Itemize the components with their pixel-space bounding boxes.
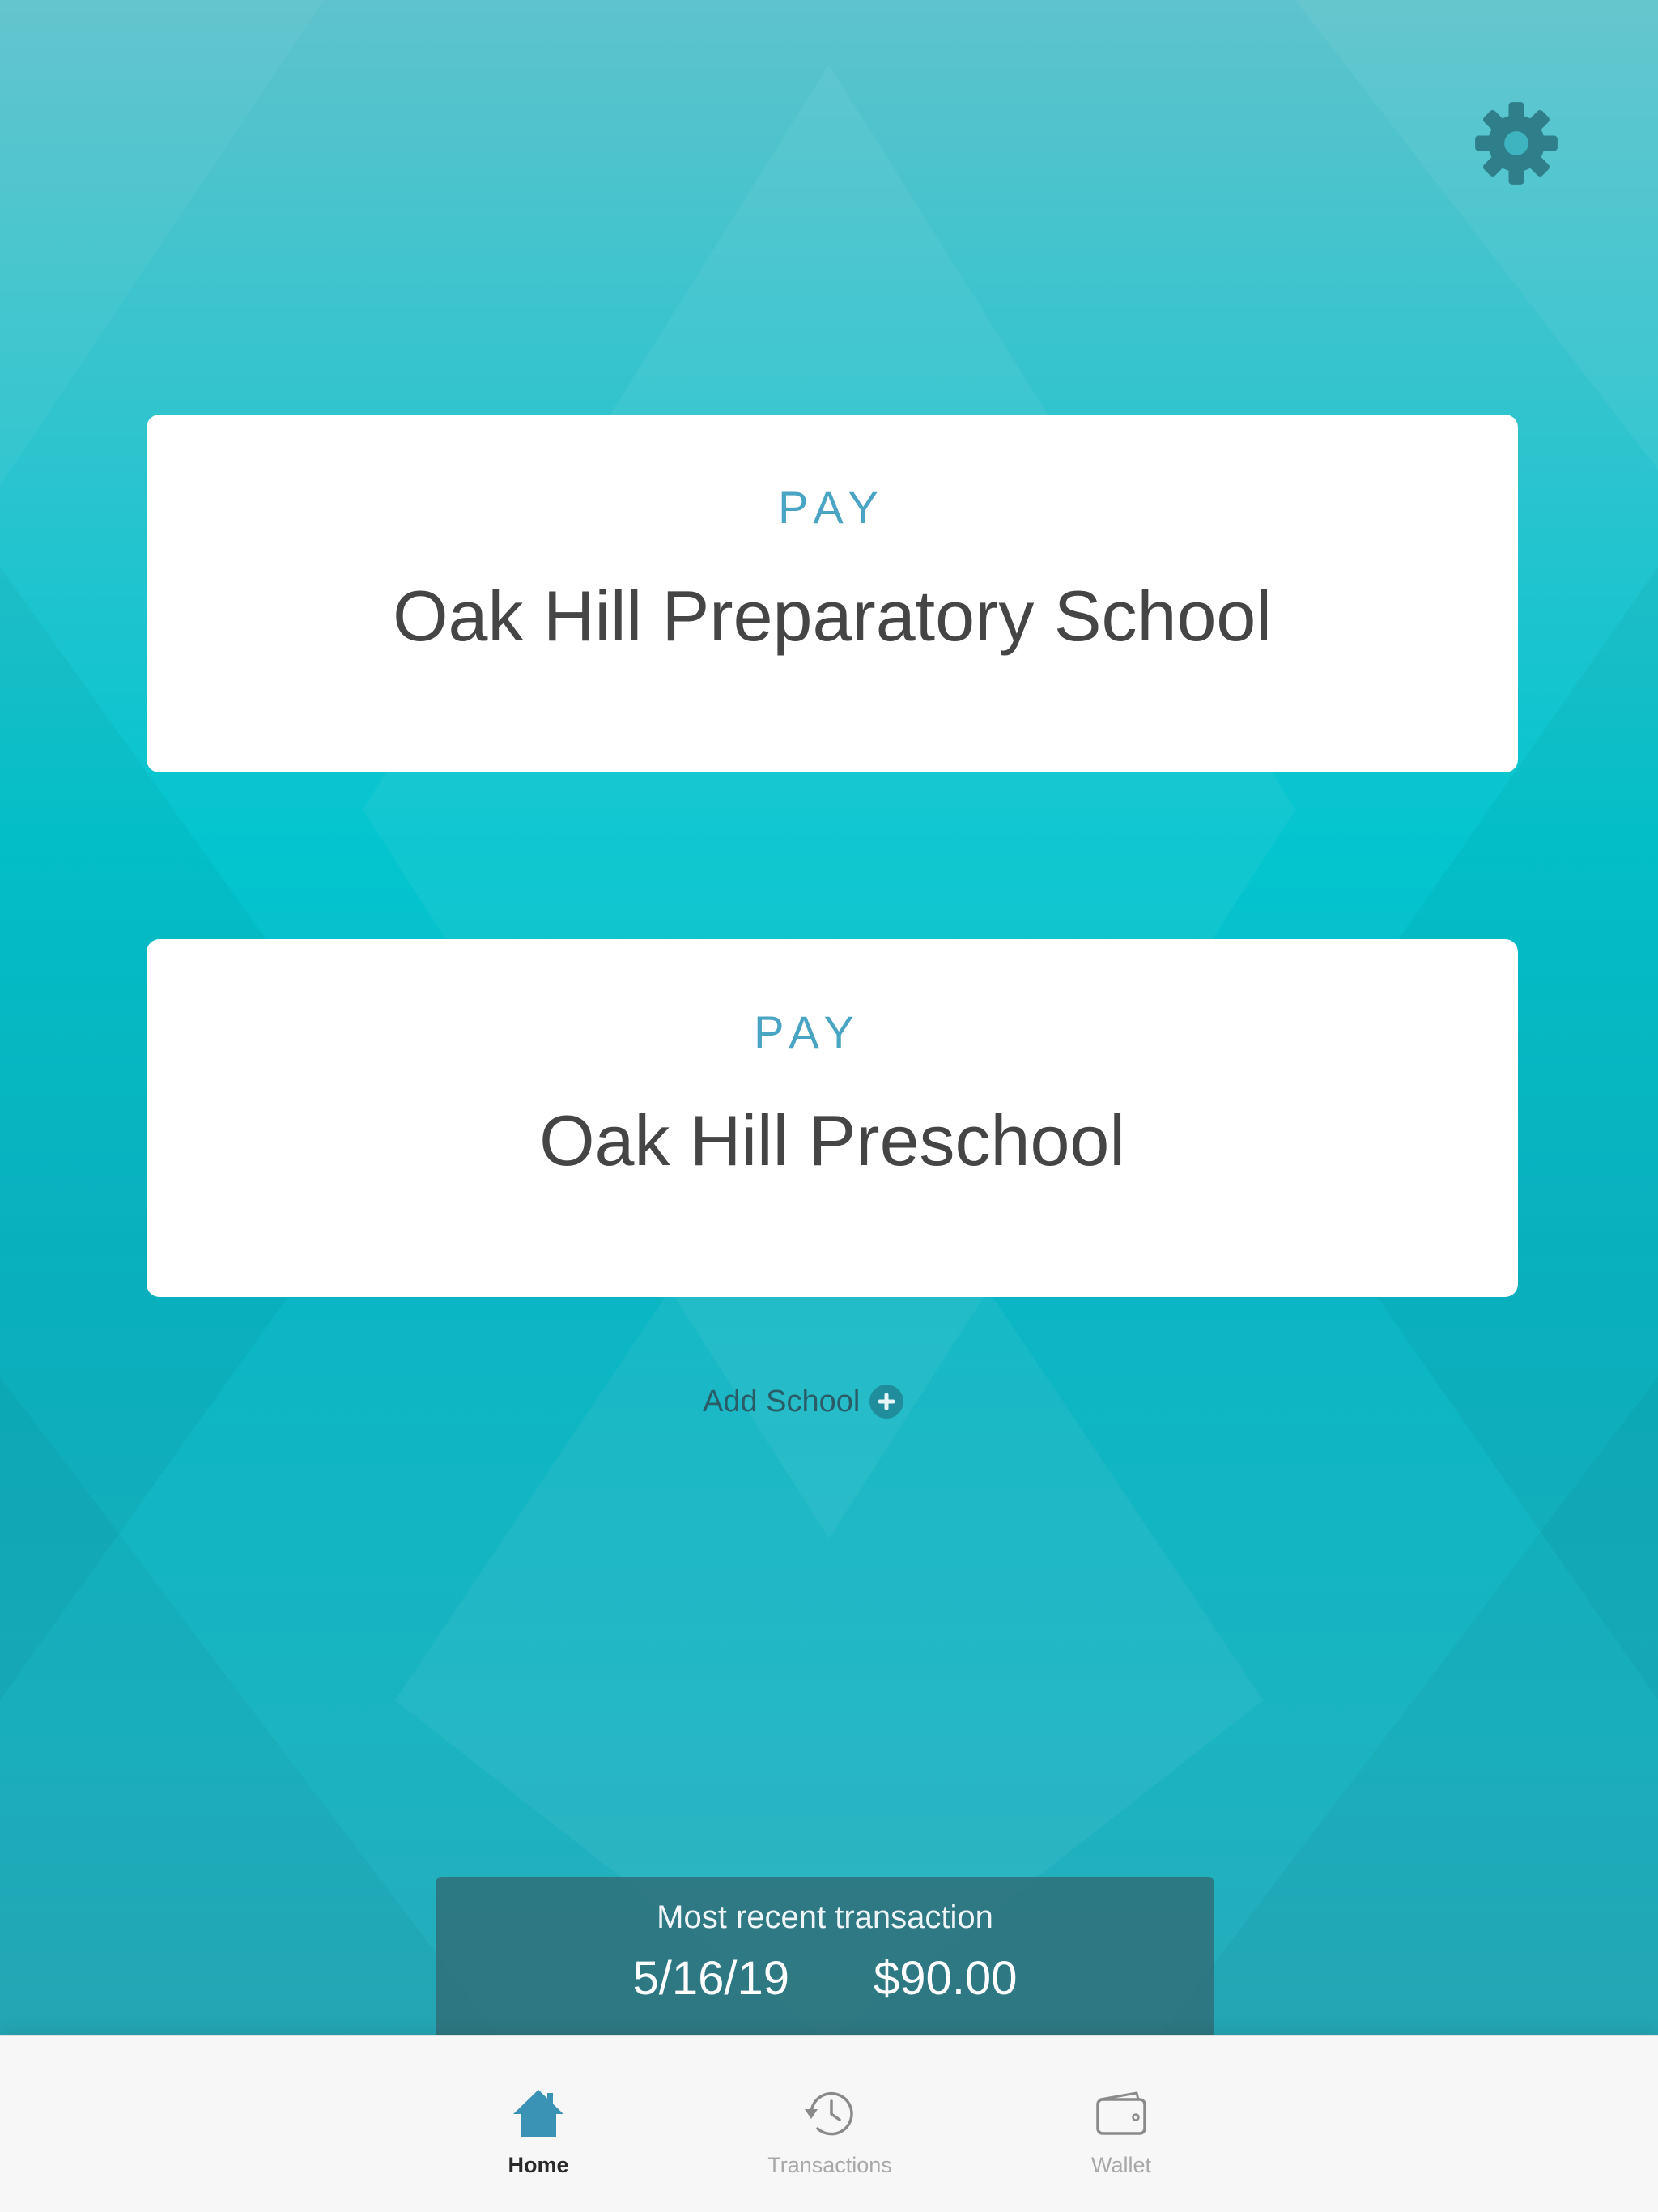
home-icon (513, 2090, 563, 2137)
school-name: Oak Hill Preschool (539, 1100, 1125, 1180)
pay-label: PAY (754, 1006, 862, 1057)
tab-transactions[interactable]: Transactions (725, 2036, 935, 2212)
school-card-oak-hill-preschool[interactable]: PAY Oak Hill Preschool (147, 939, 1518, 1297)
history-icon (805, 2091, 853, 2136)
transaction-date: 5/16/19 (632, 1952, 790, 2005)
wallet-icon (1096, 2091, 1146, 2135)
recent-transaction-details: 5/16/19 $90.00 (436, 1951, 1214, 2006)
tab-label: Transactions (767, 2153, 892, 2177)
tab-bar: Home Transactions Wallet (0, 2035, 1658, 2212)
gear-icon[interactable] (1473, 100, 1559, 186)
transaction-amount: $90.00 (874, 1952, 1018, 2005)
tab-wallet[interactable]: Wallet (1016, 2036, 1226, 2212)
tab-home[interactable]: Home (433, 2036, 644, 2212)
add-school-label: Add School (703, 1384, 861, 1419)
recent-transaction-title: Most recent transaction (657, 1899, 993, 1935)
plus-circle-icon (869, 1385, 904, 1419)
pay-label: PAY (778, 482, 886, 533)
add-school-button[interactable]: Add School (703, 1381, 904, 1422)
tab-label: Home (508, 2153, 569, 2177)
school-card-oak-hill-preparatory[interactable]: PAY Oak Hill Preparatory School (147, 415, 1518, 772)
school-name: Oak Hill Preparatory School (393, 576, 1272, 656)
tab-label: Wallet (1090, 2153, 1151, 2177)
recent-transaction-panel[interactable]: Most recent transaction 5/16/19 $90.00 (436, 1877, 1214, 2035)
home-screen: PAY Oak Hill Preparatory School PAY Oak … (0, 0, 1658, 2212)
